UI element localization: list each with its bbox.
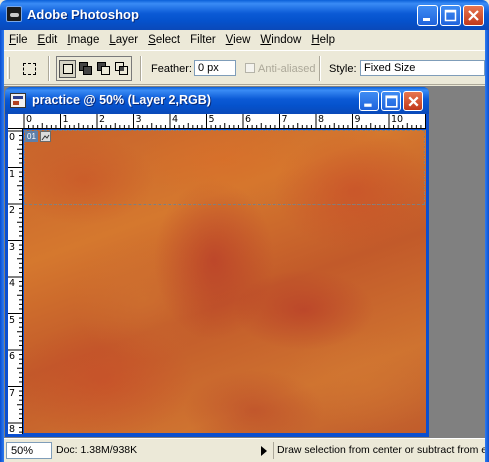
status-message: Draw selection from center or subtract f… bbox=[273, 442, 485, 459]
ruler-label: 0 bbox=[26, 114, 33, 125]
ruler-label: 3 bbox=[135, 114, 142, 125]
new-selection-button[interactable] bbox=[59, 59, 77, 78]
separator bbox=[140, 56, 142, 81]
minimize-icon bbox=[423, 18, 430, 21]
ruler-label: 3 bbox=[9, 241, 16, 253]
menu-image[interactable]: Image bbox=[62, 34, 104, 46]
ruler-label: 8 bbox=[9, 424, 16, 434]
app-title: Adobe Photoshop bbox=[27, 7, 139, 22]
close-icon bbox=[468, 10, 479, 21]
document-window: practice @ 50% (Layer 2,RGB) 01234567891… bbox=[5, 87, 429, 437]
menu-edit[interactable]: Edit bbox=[33, 34, 63, 46]
zoom-input[interactable]: 50% bbox=[6, 442, 52, 459]
horizontal-ruler-ticks bbox=[23, 114, 426, 128]
options-bar-grip[interactable] bbox=[7, 57, 10, 79]
anti-aliased-checkbox[interactable] bbox=[245, 63, 255, 73]
close-icon bbox=[408, 96, 419, 107]
photoshop-app-icon[interactable] bbox=[6, 6, 22, 22]
style-select[interactable]: Fixed Size bbox=[360, 60, 485, 76]
intersect-selection-button[interactable] bbox=[113, 60, 130, 78]
separator bbox=[48, 56, 50, 81]
ruler-label: 8 bbox=[318, 114, 325, 125]
document-titlebar[interactable]: practice @ 50% (Layer 2,RGB) bbox=[5, 87, 429, 114]
document-title: practice @ 50% (Layer 2,RGB) bbox=[32, 93, 211, 107]
status-menu-arrow-icon[interactable] bbox=[261, 446, 267, 456]
style-label: Style: bbox=[329, 63, 357, 75]
doc-close-button[interactable] bbox=[403, 91, 423, 111]
add-to-selection-button[interactable] bbox=[77, 60, 94, 78]
ruler-label: 9 bbox=[354, 114, 361, 125]
vertical-ruler[interactable]: 0 1 2 3 4 5 6 7 8 bbox=[8, 129, 23, 434]
ruler-label: 2 bbox=[9, 205, 16, 216]
options-bar: Feather: 0 px Anti-aliased Style: Fixed … bbox=[4, 50, 485, 85]
menu-filter[interactable]: Filter bbox=[185, 34, 221, 46]
document-size: Doc: 1.38M/938K bbox=[56, 444, 138, 456]
doc-maximize-button[interactable] bbox=[381, 91, 401, 111]
separator bbox=[319, 56, 321, 81]
menu-layer[interactable]: Layer bbox=[104, 34, 143, 46]
selection-mode-group bbox=[56, 56, 132, 81]
feather-input[interactable]: 0 px bbox=[194, 60, 236, 76]
marquee-selection[interactable] bbox=[24, 130, 425, 205]
ruler-label: 6 bbox=[9, 351, 16, 362]
window-border-right bbox=[485, 30, 489, 462]
maximize-icon bbox=[385, 95, 398, 108]
feather-label: Feather: bbox=[151, 63, 192, 75]
ruler-label: 7 bbox=[9, 387, 16, 399]
menu-select[interactable]: Select bbox=[143, 34, 185, 46]
ruler-label: 6 bbox=[245, 114, 252, 125]
menu-window[interactable]: Window bbox=[255, 34, 306, 46]
document-icon[interactable] bbox=[10, 93, 26, 108]
tool-preset-picker[interactable] bbox=[18, 58, 40, 79]
ruler-label: 10 bbox=[391, 114, 404, 125]
subtract-from-selection-button[interactable] bbox=[95, 60, 112, 78]
menu-view[interactable]: View bbox=[221, 34, 256, 46]
ruler-label: 7 bbox=[281, 114, 288, 125]
ruler-label: 1 bbox=[62, 114, 69, 125]
status-bar: 50% Doc: 1.38M/938K Draw selection from … bbox=[4, 438, 485, 462]
horizontal-ruler[interactable]: 0123456789101 bbox=[14, 114, 426, 129]
minimize-icon bbox=[364, 103, 372, 107]
new-selection-icon bbox=[63, 63, 73, 74]
close-button[interactable] bbox=[463, 5, 484, 26]
doc-minimize-button[interactable] bbox=[359, 91, 379, 111]
anti-aliased-label: Anti-aliased bbox=[258, 63, 316, 75]
ruler-label: 5 bbox=[9, 314, 16, 326]
menu-bar: File Edit Image Layer Select Filter View… bbox=[4, 30, 485, 49]
minimize-button[interactable] bbox=[417, 5, 438, 26]
ruler-label: 5 bbox=[208, 114, 215, 125]
maximize-icon bbox=[444, 9, 457, 22]
rectangular-marquee-icon bbox=[23, 63, 36, 75]
menu-help[interactable]: Help bbox=[306, 34, 340, 46]
menu-file[interactable]: File bbox=[4, 34, 33, 46]
ruler-label: 1 bbox=[9, 168, 16, 180]
ruler-label: 4 bbox=[9, 278, 16, 289]
ruler-label: 4 bbox=[172, 114, 179, 125]
app-titlebar[interactable]: Adobe Photoshop bbox=[0, 0, 489, 30]
ruler-label: 0 bbox=[9, 132, 16, 143]
ruler-label: 2 bbox=[99, 114, 106, 125]
image-canvas[interactable]: 01 bbox=[24, 130, 426, 433]
maximize-button[interactable] bbox=[440, 5, 461, 26]
